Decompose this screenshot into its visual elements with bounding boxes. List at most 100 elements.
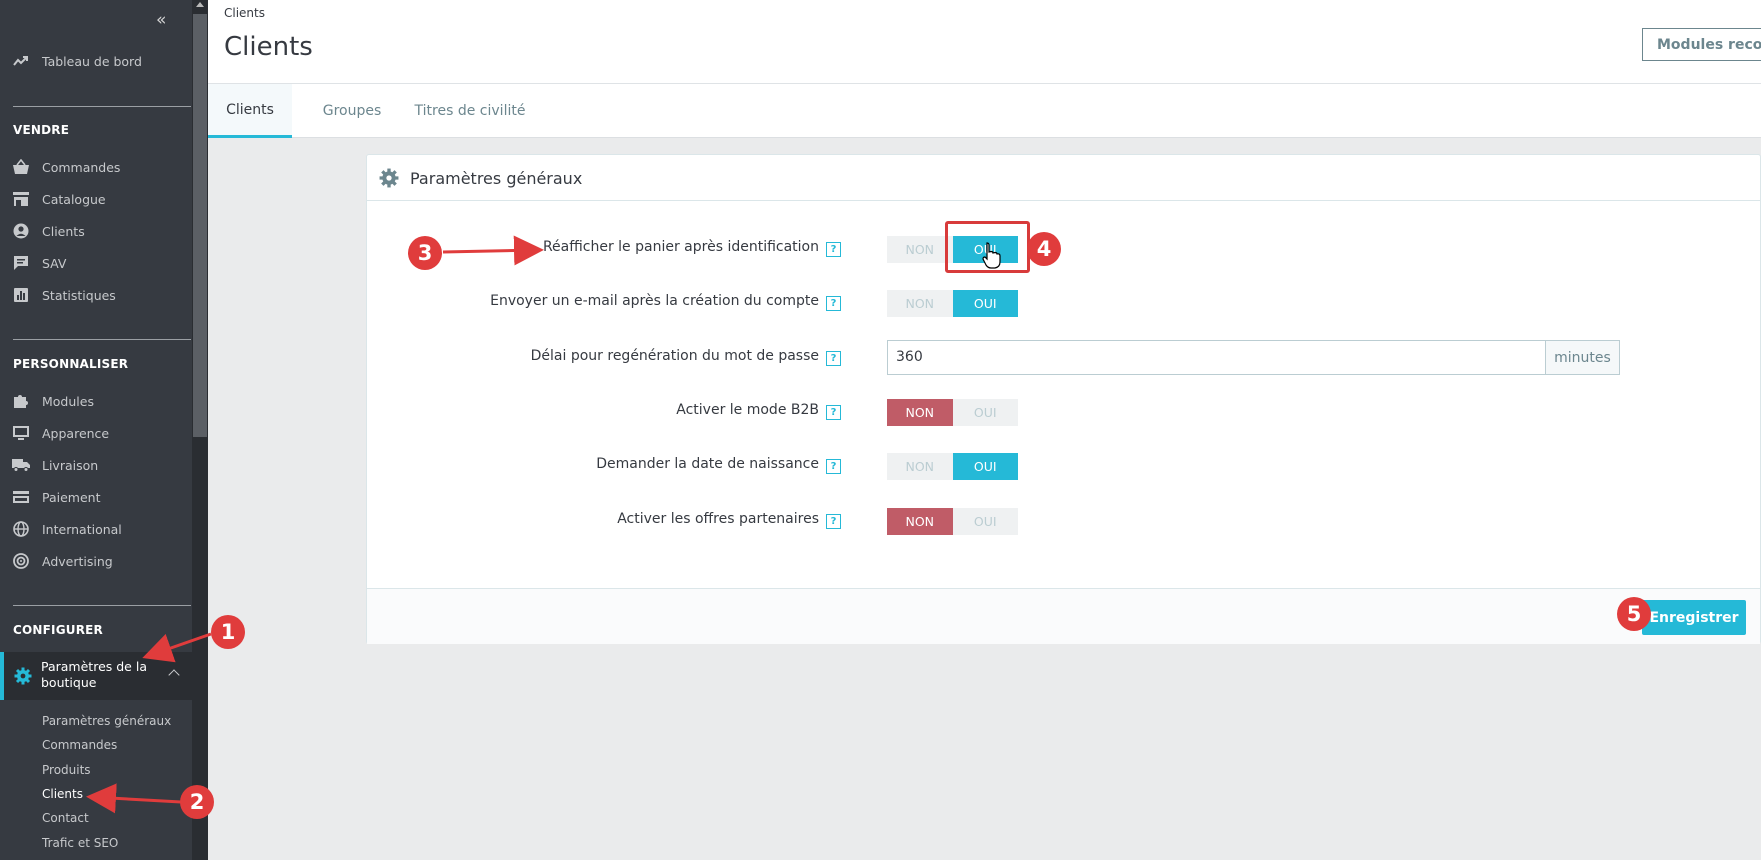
credit-card-icon [12, 488, 30, 506]
scrollbar-thumb[interactable] [193, 14, 207, 437]
gear-icon [379, 168, 399, 188]
annotation-badge-2: 2 [180, 785, 214, 819]
sidebar-divider [13, 605, 191, 606]
switch-option-yes[interactable]: OUI [952, 290, 1018, 317]
basket-icon [12, 158, 30, 176]
sidebar-item-label: SAV [42, 255, 67, 271]
settings-panel: Paramètres généraux Réafficher le panier… [366, 154, 1761, 644]
switch-option-no[interactable]: NON [887, 236, 953, 263]
sidebar-item-label: Livraison [42, 457, 99, 473]
help-icon[interactable]: ? [826, 514, 841, 529]
sidebar-item-label: Statistiques [42, 287, 116, 303]
puzzle-icon [12, 392, 30, 410]
sidebar-item-label: Clients [42, 223, 85, 239]
panel-title: Paramètres généraux [410, 169, 583, 188]
sidebar-item-label: International [42, 521, 122, 537]
sidebar-item-stats[interactable]: Statistiques [0, 279, 192, 311]
form-row: Délai pour regénération du mot de passe [367, 348, 819, 368]
form-row: Demander la date de naissance [367, 456, 819, 476]
sidebar-item-shipping[interactable]: Livraison [0, 449, 192, 481]
sidebar-sub-orders[interactable]: Commandes [42, 738, 117, 752]
tab-titles[interactable]: Titres de civilité [408, 84, 532, 138]
sidebar-item-payment[interactable]: Paiement [0, 481, 192, 513]
truck-icon [12, 456, 30, 474]
sidebar-item-label: Commandes [42, 159, 121, 175]
form-row: Envoyer un e-mail après la création du c… [367, 293, 819, 313]
save-button[interactable]: Enregistrer [1642, 600, 1746, 635]
annotation-badge-5: 5 [1617, 597, 1651, 631]
scroll-up-icon[interactable] [196, 2, 204, 7]
collapse-sidebar-icon[interactable]: « [156, 10, 166, 30]
unit-addon: minutes [1545, 341, 1619, 374]
switch-option-yes[interactable]: OUI [952, 399, 1018, 426]
sidebar-item-advertising[interactable]: Advertising [0, 545, 192, 577]
sidebar-item-sav[interactable]: SAV [0, 247, 192, 279]
switch-option-yes[interactable]: OUI [952, 453, 1018, 480]
password-delay-input[interactable]: 360 [888, 341, 1545, 374]
globe-icon [12, 520, 30, 538]
chevron-up-icon [168, 669, 180, 681]
sidebar-section-sell: VENDRE [13, 123, 70, 137]
field-label: Activer les offres partenaires [617, 511, 819, 527]
tab-clients[interactable]: Clients [208, 84, 292, 138]
sidebar-sub-traffic-seo[interactable]: Trafic et SEO [42, 836, 118, 850]
sidebar-item-shop-parameters[interactable]: Paramètres de la boutique [0, 652, 192, 700]
sidebar-item-appearance[interactable]: Apparence [0, 417, 192, 449]
sidebar-sub-contact[interactable]: Contact [42, 811, 89, 825]
help-icon[interactable]: ? [826, 296, 841, 311]
sidebar-sub-general[interactable]: Paramètres généraux [42, 714, 171, 728]
annotation-badge-1: 1 [211, 615, 245, 649]
page-header: Clients Clients Modules recom [208, 0, 1761, 84]
annotation-badge-4: 4 [1027, 232, 1061, 266]
form-row: Activer le mode B2B [367, 402, 819, 422]
form-row: Activer les offres partenaires [367, 511, 819, 531]
chat-icon [12, 254, 30, 272]
breadcrumb[interactable]: Clients [224, 6, 265, 20]
recommended-modules-button[interactable]: Modules recom [1642, 28, 1761, 61]
switch-birthdate[interactable]: NON OUI [887, 453, 1018, 480]
switch-partner-offers[interactable]: NON OUI [887, 508, 1018, 535]
sidebar-item-label: Paiement [42, 489, 101, 505]
sidebar-item-modules[interactable]: Modules [0, 385, 192, 417]
sidebar-divider [13, 339, 191, 340]
sidebar-item-label: Catalogue [42, 191, 106, 207]
sidebar: « Tableau de bord VENDRE Commandes Catal… [0, 0, 208, 860]
help-icon[interactable]: ? [826, 351, 841, 366]
switch-option-no[interactable]: NON [887, 508, 953, 535]
switch-option-yes[interactable]: OUI [952, 508, 1018, 535]
password-delay-input-group: 360 minutes [887, 340, 1620, 375]
field-label: Demander la date de naissance [596, 456, 819, 472]
store-icon [12, 190, 30, 208]
sidebar-sub-products[interactable]: Produits [42, 763, 91, 777]
sidebar-item-catalog[interactable]: Catalogue [0, 183, 192, 215]
tab-groups[interactable]: Groupes [302, 84, 402, 138]
switch-option-no[interactable]: NON [887, 290, 953, 317]
sidebar-item-customers[interactable]: Clients [0, 215, 192, 247]
help-icon[interactable]: ? [826, 405, 841, 420]
help-icon[interactable]: ? [826, 459, 841, 474]
panel-footer: Enregistrer [367, 588, 1760, 644]
gear-icon [14, 667, 32, 685]
radar-icon [12, 552, 30, 570]
field-label: Réafficher le panier après identificatio… [542, 239, 819, 255]
sidebar-section-configure: CONFIGURER [13, 623, 103, 637]
switch-send-email[interactable]: NON OUI [887, 290, 1018, 317]
sidebar-sub-customers[interactable]: Clients [42, 787, 83, 801]
page-title: Clients [224, 32, 313, 62]
sidebar-item-dashboard[interactable]: Tableau de bord [0, 45, 192, 77]
user-circle-icon [12, 222, 30, 240]
monitor-icon [12, 424, 30, 442]
switch-option-no[interactable]: NON [887, 399, 953, 426]
sidebar-scrollbar[interactable] [192, 0, 208, 860]
switch-option-no[interactable]: NON [887, 453, 953, 480]
field-label: Envoyer un e-mail après la création du c… [490, 293, 819, 309]
sidebar-item-label: Paramètres de la boutique [41, 659, 147, 690]
tabs-bar: Clients Groupes Titres de civilité [208, 84, 1761, 138]
sidebar-section-customize: PERSONNALISER [13, 357, 129, 371]
sidebar-divider [13, 106, 191, 107]
sidebar-item-international[interactable]: International [0, 513, 192, 545]
sidebar-item-orders[interactable]: Commandes [0, 151, 192, 183]
panel-header: Paramètres généraux [367, 155, 1760, 201]
switch-b2b-mode[interactable]: NON OUI [887, 399, 1018, 426]
help-icon[interactable]: ? [826, 242, 841, 257]
